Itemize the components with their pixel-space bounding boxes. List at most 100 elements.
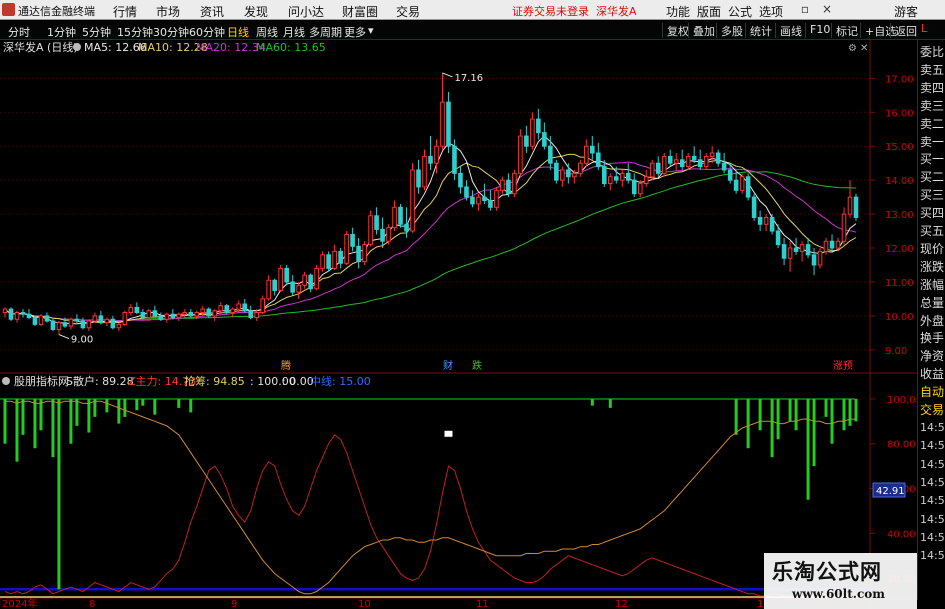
tab-multi-period[interactable]: 多周期 — [309, 24, 342, 40]
multi-stock-button[interactable]: 多股 — [716, 23, 743, 38]
candle-body — [422, 155, 427, 188]
menu-news[interactable]: 资讯 — [200, 3, 224, 20]
side-item-11[interactable]: 现价 — [920, 240, 944, 257]
y-tick-label: 40.00 — [887, 529, 916, 540]
candle-body — [847, 196, 853, 215]
side-item-6[interactable]: 买一 — [920, 150, 944, 167]
candle-body — [548, 145, 553, 164]
kline-chart[interactable]: 深华发A (日线) MA5: 12.66 MA10: 12.28 MA20: 1… — [0, 40, 917, 609]
side-item-3[interactable]: 卖三 — [920, 97, 944, 114]
c2-label: : 0.00 — [282, 375, 314, 388]
menu-function[interactable]: 功能 — [666, 3, 690, 20]
draw-line-button[interactable]: 画线 — [775, 23, 802, 38]
candle-body — [380, 228, 385, 242]
side-time-3: 14:56 — [920, 475, 945, 489]
menu-layout[interactable]: 版面 — [697, 3, 721, 20]
tab-5min[interactable]: 5分钟 — [82, 24, 111, 40]
side-item-18[interactable]: 收益 — [920, 365, 944, 382]
menu-market[interactable]: 市场 — [156, 3, 180, 20]
candle-body — [566, 169, 571, 178]
candle-body — [661, 155, 667, 174]
candle-body — [278, 267, 283, 291]
tab-daily[interactable]: 日线 — [227, 24, 249, 40]
y-tick-label: 12.00 — [885, 244, 914, 255]
price-annotations: 17.16 9.00 — [58, 72, 483, 346]
candle-body — [769, 216, 775, 232]
y-tick-label: 15.00 — [885, 142, 914, 153]
menu-wealth-circle[interactable]: 财富圈 — [342, 3, 378, 20]
candle-body — [631, 179, 637, 195]
side-item-10[interactable]: 买五 — [920, 222, 944, 239]
candle-body — [308, 274, 313, 290]
event-markers[interactable]: 腾 财 跌 涨预 — [281, 359, 853, 372]
side-item-5[interactable]: 卖一 — [920, 133, 944, 150]
side-item-14[interactable]: 总量 — [920, 294, 944, 311]
side-item-4[interactable]: 卖二 — [920, 115, 944, 132]
side-time-5: 14:56 — [920, 512, 945, 526]
y-tick-label: 9.00 — [885, 346, 907, 357]
side-item-8[interactable]: 买三 — [920, 186, 944, 203]
side-item-17[interactable]: 净资 — [920, 347, 944, 364]
tab-weekly[interactable]: 周线 — [256, 24, 278, 40]
retail-bar — [590, 398, 594, 406]
retail-bar — [87, 398, 91, 433]
candle-body — [458, 172, 463, 188]
side-item-15[interactable]: 外盘 — [920, 312, 944, 329]
login-notice[interactable]: 证券交易未登录 深华发A — [512, 3, 637, 19]
side-item-9[interactable]: 买四 — [920, 204, 944, 221]
candle-body — [38, 315, 44, 325]
menu-discover[interactable]: 发现 — [244, 3, 268, 20]
guest-login[interactable]: 游客 — [894, 3, 918, 20]
side-item-19[interactable]: 自动 — [920, 383, 944, 400]
indicator-settings-icon[interactable] — [2, 377, 10, 385]
candle-body — [344, 233, 349, 264]
event-marker-teng: 腾 — [281, 359, 291, 372]
tab-monthly[interactable]: 月线 — [283, 24, 305, 40]
candle-body — [338, 250, 343, 264]
candle-body — [829, 240, 835, 249]
overlay-button[interactable]: 叠加 — [688, 23, 715, 38]
retail-bar — [177, 398, 181, 408]
tab-more[interactable]: 更多 — [344, 24, 366, 40]
side-item-12[interactable]: 涨跌 — [920, 258, 944, 275]
side-item-13[interactable]: 涨幅 — [920, 276, 944, 293]
close-chart-icon[interactable]: ✕ — [860, 43, 868, 54]
close-icon[interactable]: × — [820, 2, 834, 16]
chevron-down-icon[interactable]: ▾ — [368, 24, 374, 37]
side-item-16[interactable]: 换手 — [920, 329, 944, 346]
tab-1min[interactable]: 1分钟 — [47, 24, 76, 40]
candle-body — [86, 320, 92, 329]
candle-body — [116, 323, 122, 329]
adjust-button[interactable]: 复权 — [662, 23, 689, 38]
low-price-label: 9.00 — [71, 335, 93, 346]
restore-icon[interactable]: ▫ — [798, 2, 812, 16]
side-item-0[interactable]: 委比 — [920, 43, 944, 60]
candle-body — [560, 169, 565, 181]
tab-60min[interactable]: 60分钟 — [189, 24, 225, 40]
side-item-2[interactable]: 卖四 — [920, 79, 944, 96]
menu-ask[interactable]: 问小达 — [288, 3, 324, 20]
menu-options[interactable]: 选项 — [759, 3, 783, 20]
menu-formula[interactable]: 公式 — [728, 3, 752, 20]
candle-body — [500, 179, 505, 191]
f10-button[interactable]: F10 — [805, 23, 830, 38]
side-panel-flag[interactable]: L — [921, 22, 927, 35]
tab-timeshare[interactable]: 分时 — [8, 24, 30, 40]
tab-15min[interactable]: 15分钟 — [117, 24, 153, 40]
settings-icon[interactable] — [73, 43, 81, 51]
stats-button[interactable]: 统计 — [745, 23, 772, 38]
menu-quotes[interactable]: 行情 — [113, 3, 137, 20]
side-item-20[interactable]: 交易 — [920, 401, 944, 418]
chart-controls[interactable]: ⚙ ✕ — [848, 43, 868, 54]
side-item-7[interactable]: 买二 — [920, 168, 944, 185]
retail-bar — [812, 398, 816, 467]
gear-icon[interactable]: ⚙ — [848, 43, 857, 54]
retail-bar — [105, 398, 109, 413]
menu-trade[interactable]: 交易 — [396, 3, 420, 20]
mark-button[interactable]: 标记 — [831, 23, 858, 38]
y-tick-label: 17.00 — [885, 74, 914, 85]
tab-30min[interactable]: 30分钟 — [153, 24, 189, 40]
candle-body — [98, 315, 104, 324]
back-button[interactable]: 返回 — [890, 23, 917, 38]
side-item-1[interactable]: 卖五 — [920, 61, 944, 78]
